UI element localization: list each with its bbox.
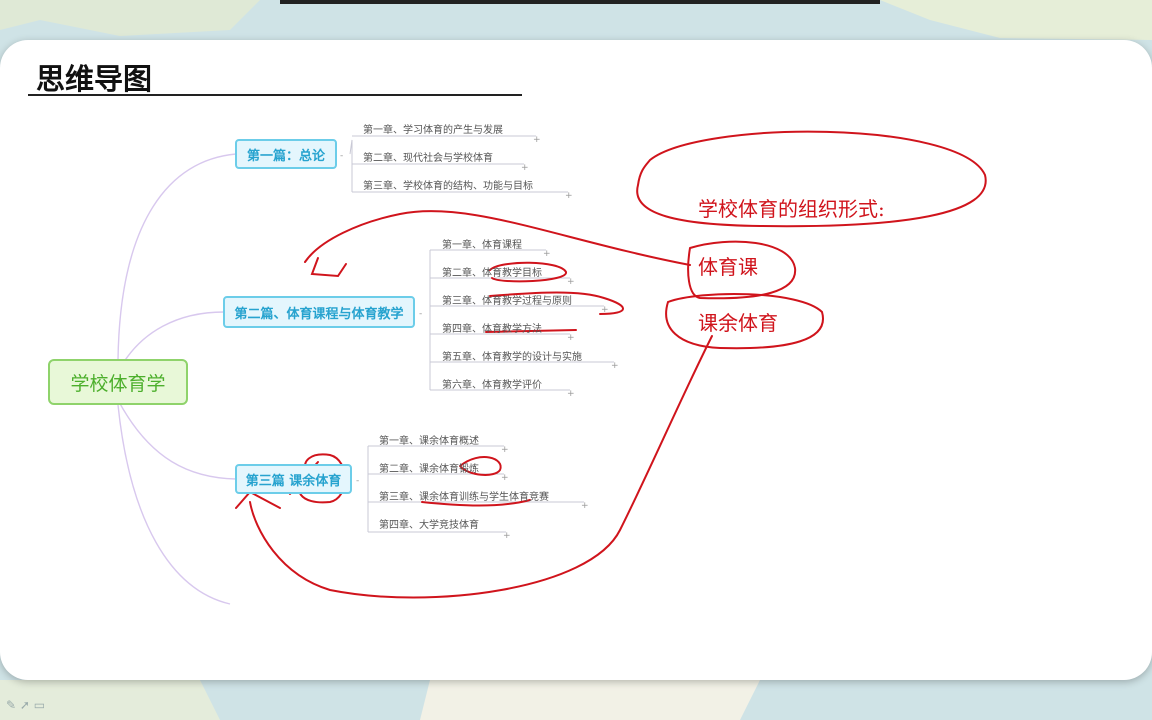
svg-text:+: + — [567, 333, 575, 343]
svg-text:+: + — [581, 501, 589, 511]
chapter-3-3[interactable]: 第三章、课余体育训练与学生体育竞赛 — [379, 488, 549, 503]
section-node-1[interactable]: 第一篇：总论 — [235, 139, 337, 169]
annotation-item2: 课余体育 — [698, 311, 778, 335]
chapter-2-5[interactable]: 第五章、体育教学的设计与实施 — [442, 348, 582, 363]
chapter-2-4[interactable]: 第四章、体育教学方法 — [442, 320, 542, 335]
chapter-3-4[interactable]: 第四章、大学竞技体育 — [379, 516, 479, 531]
svg-text:+: + — [501, 445, 509, 455]
chapter-2-6[interactable]: 第六章、体育教学评价 — [442, 376, 542, 391]
chapter-1-1[interactable]: 第一章、学习体育的产生与发展 — [363, 121, 503, 136]
chapter-2-1[interactable]: 第一章、体育课程 — [442, 236, 522, 251]
svg-text:+: + — [567, 389, 575, 399]
svg-text:+: + — [503, 531, 511, 541]
section-node-3[interactable]: 第三篇 课余体育 — [235, 464, 352, 494]
camera-icon[interactable]: ▭ — [34, 698, 45, 712]
pointer-icon[interactable]: ➚ — [20, 698, 30, 712]
svg-text:+: + — [501, 473, 509, 483]
pen-tools[interactable]: ✎ ➚ ▭ — [6, 698, 45, 712]
svg-text:+: + — [611, 361, 619, 371]
chapter-1-2[interactable]: 第二章、现代社会与学校体育 — [363, 149, 493, 164]
svg-text:+: + — [533, 135, 541, 145]
svg-text:+: + — [567, 277, 575, 287]
chapter-3-1[interactable]: 第一章、课余体育概述 — [379, 432, 479, 447]
svg-text:+: + — [521, 163, 529, 173]
svg-text:+: + — [565, 191, 573, 201]
annotation-heading: 学校体育的组织形式: — [698, 197, 885, 221]
root-node[interactable]: 学校体育学 — [48, 359, 188, 405]
svg-text:-: - — [356, 476, 359, 486]
chapter-2-3[interactable]: 第三章、体育教学过程与原则 — [442, 292, 572, 307]
svg-text:+: + — [543, 249, 551, 259]
chapter-2-2[interactable]: 第二章、体育教学目标 — [442, 264, 542, 279]
annotation-item1: 体育课 — [698, 255, 758, 279]
section-node-2[interactable]: 第二篇、体育课程与体育教学 — [223, 296, 415, 328]
pencil-icon[interactable]: ✎ — [6, 698, 16, 712]
chapter-3-2[interactable]: 第二章、课余体育锻炼 — [379, 460, 479, 475]
svg-text:-: - — [419, 309, 422, 319]
svg-text:-: - — [340, 151, 343, 161]
chapter-1-3[interactable]: 第三章、学校体育的结构、功能与目标 — [363, 177, 533, 192]
